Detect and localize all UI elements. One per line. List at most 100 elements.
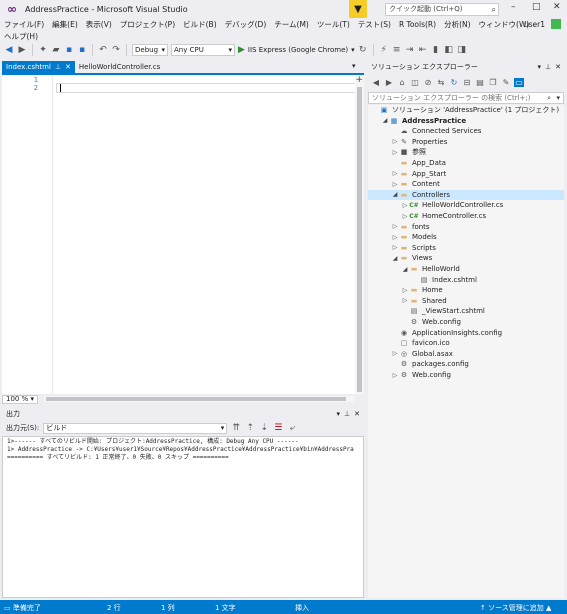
expand-arrow-icon[interactable]: ▷ <box>391 181 399 188</box>
pending-changes-filter-icon[interactable]: ⊘ <box>423 78 433 87</box>
menu-item[interactable]: ヘルプ(H) <box>0 31 42 42</box>
toggle-comment-icon[interactable]: ≡ <box>392 45 402 55</box>
pin-icon[interactable]: ⊥ <box>55 61 61 73</box>
tree-item[interactable]: ⚙ Web.config <box>368 317 564 327</box>
add-to-source-control-button[interactable]: ↑ ソース管理に追加 ▲ <box>480 603 551 613</box>
zoom-select[interactable]: 100 % ▾ <box>2 394 38 404</box>
tree-item[interactable]: ▷ ■ 参照 <box>368 147 564 157</box>
tree-item[interactable]: ◢ ▬ Views <box>368 253 564 263</box>
scrollbar-thumb[interactable] <box>46 397 346 401</box>
close-icon[interactable]: ✕ <box>555 63 561 71</box>
tree-item[interactable]: ▷ C# HelloWorldController.cs <box>368 200 564 210</box>
tree-item[interactable]: ▤ _ViewStart.cshtml <box>368 306 564 316</box>
preview-selected-icon[interactable]: ▭ <box>514 78 524 87</box>
prev-message-icon[interactable]: ⇡ <box>245 423 255 433</box>
tree-item[interactable]: ▢ favicon.ico <box>368 338 564 348</box>
menu-item[interactable]: ツール(T) <box>313 19 354 30</box>
tree-item[interactable]: ▬ App_Data <box>368 158 564 168</box>
back-icon[interactable]: ◀ <box>4 45 14 55</box>
menu-item[interactable]: R Tools(R) <box>395 20 440 29</box>
expand-arrow-icon[interactable]: ▷ <box>401 297 409 304</box>
save-icon[interactable]: ▪ <box>64 45 74 55</box>
tree-item[interactable]: ▷ ▬ Content <box>368 179 564 189</box>
editor-horizontal-scrollbar[interactable] <box>44 396 354 402</box>
close-icon[interactable]: ✕ <box>354 410 360 418</box>
menu-item[interactable]: 分析(N) <box>440 19 474 30</box>
properties-icon[interactable]: ✎ <box>501 78 511 87</box>
tree-item[interactable]: ◢ ▦ AddressPractice <box>368 116 564 126</box>
tree-item[interactable]: ▣ ソリューション 'AddressPractice' (1 プロジェクト) <box>368 105 564 115</box>
indent-icon[interactable]: ⇥ <box>405 45 415 55</box>
outdent-icon[interactable]: ⇤ <box>418 45 428 55</box>
maximize-icon[interactable]: □ <box>532 2 541 12</box>
menu-item[interactable]: テスト(S) <box>354 19 395 30</box>
expand-arrow-icon[interactable]: ▷ <box>401 213 409 220</box>
tree-item[interactable]: ◢ ▬ HelloWorld <box>368 264 564 274</box>
tab-editor-file[interactable]: HelloWorldController.cs <box>75 61 164 73</box>
refresh-icon[interactable]: ↻ <box>358 45 368 55</box>
collapse-arrow-icon[interactable]: ◢ <box>381 117 389 124</box>
tree-item[interactable]: ☁ Connected Services <box>368 126 564 136</box>
menu-item[interactable]: ファイル(F) <box>0 19 48 30</box>
expand-arrow-icon[interactable]: ▷ <box>391 350 399 357</box>
home-icon[interactable]: ⌂ <box>397 78 407 87</box>
menu-item[interactable]: プロジェクト(P) <box>116 19 179 30</box>
minimize-icon[interactable]: – <box>511 2 516 12</box>
pin-icon[interactable]: ⊥ <box>545 63 551 71</box>
platform-select[interactable]: Any CPU ▾ <box>171 44 235 56</box>
prev-bookmark-icon[interactable]: ◧ <box>444 45 454 55</box>
configuration-select[interactable]: Debug ▾ <box>132 44 168 56</box>
expand-arrow-icon[interactable]: ▷ <box>391 223 399 230</box>
collapse-all-icon[interactable]: ⊟ <box>462 78 472 87</box>
next-bookmark-icon[interactable]: ◨ <box>457 45 467 55</box>
collapse-arrow-icon[interactable]: ◢ <box>391 255 399 262</box>
scrollbar-thumb[interactable] <box>357 87 362 392</box>
collapse-arrow-icon[interactable]: ◢ <box>391 191 399 198</box>
save-all-icon[interactable]: ▪ <box>77 45 87 55</box>
collapse-arrow-icon[interactable]: ◢ <box>401 266 409 273</box>
output-text-area[interactable]: 1>------ すべてのリビルド開始: プロジェクト:AddressPract… <box>2 436 364 598</box>
code-editor[interactable]: 1 2 + <box>2 73 364 394</box>
window-position-icon[interactable]: ▾ <box>538 63 542 71</box>
back-icon[interactable]: ◀ <box>371 78 381 87</box>
pin-icon[interactable]: ⊥ <box>344 410 350 418</box>
show-all-files-icon[interactable]: ▤ <box>475 78 485 87</box>
expand-arrow-icon[interactable]: ▷ <box>391 372 399 379</box>
close-icon[interactable]: ✕ <box>65 61 71 73</box>
switch-views-icon[interactable]: ◫ <box>410 78 420 87</box>
open-file-icon[interactable]: ▰ <box>51 45 61 55</box>
notification-filter-icon[interactable]: ▼ <box>349 0 367 18</box>
user-avatar-icon[interactable] <box>551 19 561 29</box>
tab-editor-file[interactable]: Index.cshtml ⊥ ✕ <box>2 61 75 73</box>
tree-item[interactable]: ▤ Index.cshtml <box>368 275 564 285</box>
copy-icon[interactable]: ❐ <box>488 78 498 87</box>
sync-icon[interactable]: ⇆ <box>436 78 446 87</box>
user-area[interactable]: user1 <box>524 19 561 29</box>
tree-item[interactable]: ▷ ✎ Properties <box>368 137 564 147</box>
tree-item[interactable]: ▷ ▬ Scripts <box>368 243 564 253</box>
tree-item[interactable]: ▷ ▬ Home <box>368 285 564 295</box>
expand-arrow-icon[interactable]: ▷ <box>391 138 399 145</box>
forward-icon[interactable]: ▶ <box>17 45 27 55</box>
tree-item[interactable]: ▷ ▬ Shared <box>368 296 564 306</box>
tree-item[interactable]: ▷ ▬ App_Start <box>368 169 564 179</box>
forward-icon[interactable]: ▶ <box>384 78 394 87</box>
expand-arrow-icon[interactable]: ▷ <box>391 170 399 177</box>
menu-item[interactable]: 表示(V) <box>82 19 116 30</box>
tree-item[interactable]: ▷ C# HomeController.cs <box>368 211 564 221</box>
expand-arrow-icon[interactable]: ▷ <box>401 287 409 294</box>
solution-explorer-search-input[interactable]: ソリューション エクスプローラー の検索 (Ctrl+;) ⌕ ▾ <box>368 92 564 104</box>
tree-item[interactable]: ▷ ▬ fonts <box>368 222 564 232</box>
tree-item[interactable]: ◢ ▬ Controllers <box>368 189 564 200</box>
tab-list-dropdown-icon[interactable]: ▾ <box>352 62 356 70</box>
tree-item[interactable]: ▷ ◎ Global.asax <box>368 349 564 359</box>
new-project-icon[interactable]: ✦ <box>38 45 48 55</box>
tree-item[interactable]: ⚙ packages.config <box>368 359 564 369</box>
output-source-select[interactable]: ビルド ▾ <box>43 422 228 434</box>
undo-icon[interactable]: ↶ <box>98 45 108 55</box>
close-icon[interactable]: ✕ <box>553 2 561 12</box>
quick-launch-input[interactable]: クイック起動 (Ctrl+Q) ⌕ <box>385 3 499 16</box>
expand-arrow-icon[interactable]: ▷ <box>401 202 409 209</box>
expand-arrow-icon[interactable]: ▷ <box>391 234 399 241</box>
menu-item[interactable]: 編集(E) <box>48 19 82 30</box>
